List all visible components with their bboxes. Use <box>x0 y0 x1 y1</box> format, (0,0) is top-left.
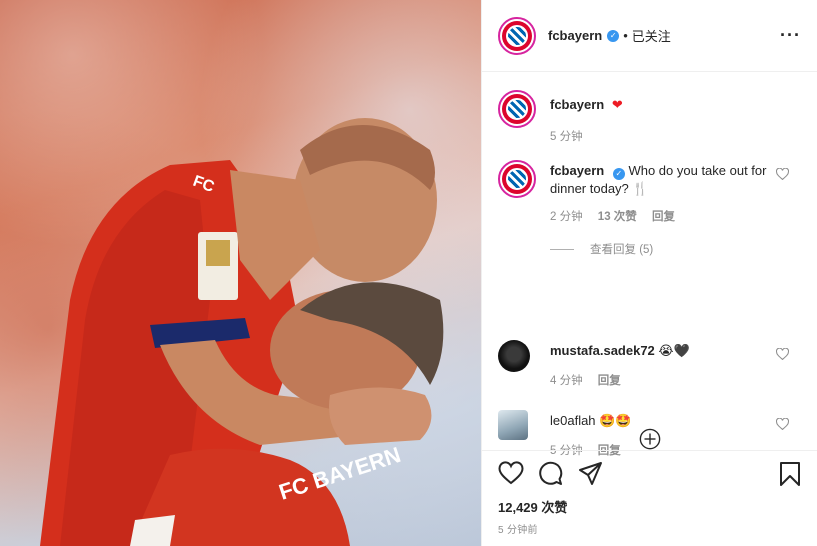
caption-avatar[interactable] <box>498 90 536 128</box>
view-replies-button[interactable]: 查看回复 (5) <box>550 241 653 257</box>
comment-text: fcbayern ✓ Who do you take out for dinne… <box>550 162 771 198</box>
comment-avatar[interactable] <box>498 410 528 440</box>
caption-time[interactable]: 5 分钟 <box>550 131 583 143</box>
verified-badge-icon: ✓ <box>612 168 625 180</box>
fcbayern-avatar[interactable] <box>498 16 536 55</box>
comment-meta: 4 分钟 回复 <box>550 372 633 388</box>
bookmark-icon[interactable] <box>779 461 801 487</box>
bayern-logo <box>502 94 532 124</box>
comment-avatar[interactable] <box>498 160 536 198</box>
post-actions: 12,429 次赞 5 分钟前 <box>482 450 817 546</box>
caption-emoji: ❤ <box>611 97 623 112</box>
bayern-logo <box>502 20 532 51</box>
bayern-logo <box>502 164 532 194</box>
photo-illustration: FC BAYERN FC <box>40 118 444 546</box>
verified-badge-icon: ✓ <box>607 29 620 42</box>
post-side-panel: fcbayern ✓ • 已关注 ··· fcbayern ❤ 5 分钟 fcb… <box>481 0 817 546</box>
more-dots-icon[interactable]: ··· <box>780 26 801 44</box>
comment-text: mustafa.sadek72 😭🖤 <box>550 342 771 360</box>
caption-meta: 5 分钟 <box>550 128 595 144</box>
caption-text: fcbayern ❤ <box>550 96 771 114</box>
header-username[interactable]: fcbayern <box>548 28 602 43</box>
reply-button[interactable]: 回复 <box>598 375 621 387</box>
comment-username[interactable]: le0aflah <box>550 413 596 428</box>
reply-button[interactable]: 回复 <box>652 211 675 223</box>
load-more-comments-icon[interactable] <box>639 428 661 450</box>
post-header: fcbayern ✓ • 已关注 ··· <box>482 0 817 72</box>
comments-list: fcbayern ❤ 5 分钟 fcbayern ✓ Who do you ta… <box>482 72 817 457</box>
comment-likes[interactable]: 13 次赞 <box>598 211 637 223</box>
comment-username[interactable]: mustafa.sadek72 <box>550 343 655 358</box>
comment-avatar[interactable] <box>498 340 530 372</box>
follow-status-button[interactable]: 已关注 <box>632 26 671 45</box>
comment-icon[interactable] <box>538 461 563 486</box>
post-dialog: FC BAYERN FC fcbayern ✓ • 已关注 ··· fcbaye… <box>0 0 817 546</box>
share-icon[interactable] <box>578 461 603 486</box>
comment-like-heart-icon[interactable] <box>776 418 789 430</box>
comment-username[interactable]: fcbayern <box>550 163 604 178</box>
heart-icon[interactable] <box>498 461 524 485</box>
comment-meta: 2 分钟 13 次赞 回复 <box>550 208 687 224</box>
caption-username[interactable]: fcbayern <box>550 97 604 112</box>
comment-like-heart-icon[interactable] <box>776 168 789 180</box>
comment-content: 🤩🤩 <box>599 413 632 428</box>
action-icons <box>498 461 801 489</box>
comment-time[interactable]: 2 分钟 <box>550 211 583 223</box>
posted-time[interactable]: 5 分钟前 <box>498 521 538 536</box>
header-separator: • <box>623 28 628 43</box>
comment-content: 😭🖤 <box>658 343 690 358</box>
post-photo[interactable]: FC BAYERN FC <box>0 0 481 546</box>
comment-like-heart-icon[interactable] <box>776 348 789 360</box>
comment-time[interactable]: 4 分钟 <box>550 375 583 387</box>
like-count[interactable]: 12,429 次赞 <box>498 497 567 516</box>
